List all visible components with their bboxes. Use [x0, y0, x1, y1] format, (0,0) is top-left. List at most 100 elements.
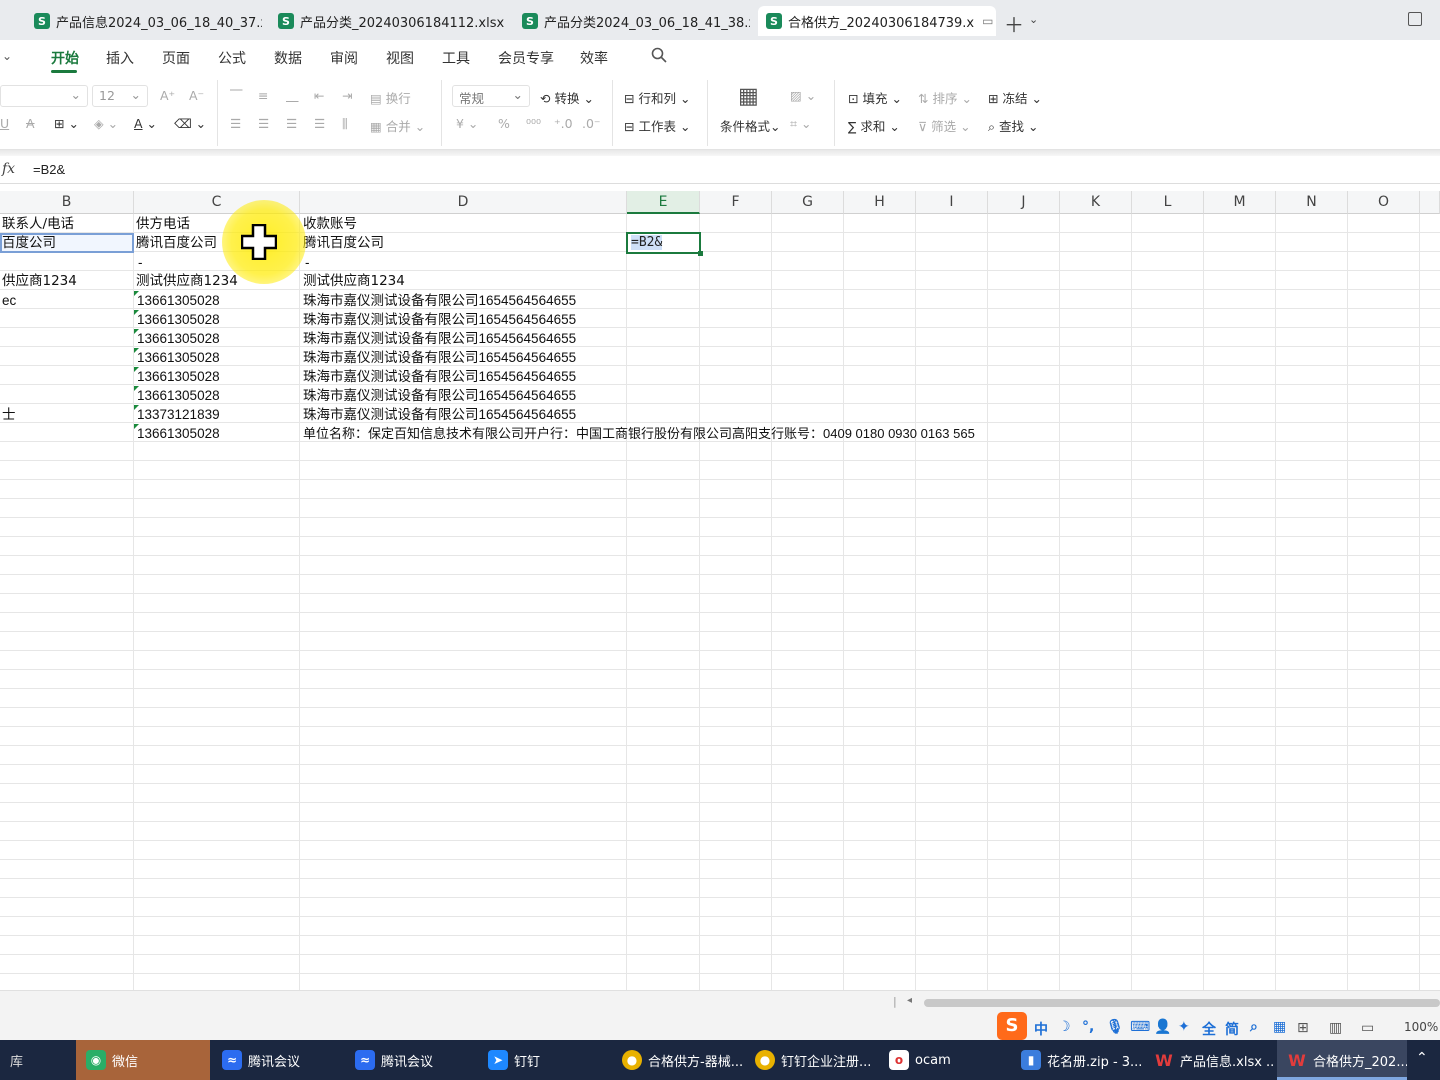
sum-button[interactable]: ∑ 求和 ⌄ — [848, 116, 900, 135]
scroll-left-icon[interactable]: ◂ — [907, 995, 912, 1006]
menu-page[interactable]: 页面 — [162, 48, 190, 68]
column-header-m[interactable]: M — [1204, 191, 1276, 214]
merge-cells-button[interactable]: ▦ 合并 ⌄ — [370, 116, 425, 135]
taskbar-dingtalk[interactable]: ➤ 钉钉 — [478, 1040, 608, 1080]
taskbar-wps-product-info[interactable]: W 产品信息.xlsx ... — [1144, 1040, 1274, 1080]
ime-menu-icon[interactable]: ▦ — [1273, 1019, 1286, 1035]
normal-view-icon[interactable]: ⊞ — [1297, 1020, 1309, 1036]
table-style-icon[interactable]: ⌗ ⌄ — [790, 116, 812, 132]
cell-d12[interactable]: 单位名称：保定百知信息技术有限公司开户行：中国工商银行股份有限公司高阳支行账号：… — [303, 424, 975, 443]
user-icon[interactable]: 👤 — [1154, 1019, 1171, 1035]
align-top-icon[interactable]: ⎺ — [230, 88, 243, 104]
tray-expand-icon[interactable]: ⌃ — [1416, 1050, 1428, 1066]
cell-d4[interactable]: 测试供应商1234 — [303, 272, 405, 291]
search-icon[interactable] — [651, 47, 667, 63]
distributed-icon[interactable]: ⫼ — [342, 116, 348, 132]
cell-c3[interactable]: - — [138, 253, 143, 272]
tab-product-category-1[interactable]: S 产品分类_20240306184112.xlsx — [270, 6, 506, 36]
zoom-level[interactable]: 100% — [1404, 1020, 1438, 1034]
taskbar-chrome-1[interactable]: ● 合格供方-器械... — [612, 1040, 742, 1080]
cell-b11[interactable]: 士 — [2, 405, 16, 424]
new-tab-plus-icon[interactable]: ＋ — [1004, 9, 1024, 38]
column-header-k[interactable]: K — [1060, 191, 1132, 214]
menu-data[interactable]: 数据 — [274, 48, 302, 68]
cell-d7[interactable]: 珠海市嘉仪测试设备有限公司1654564564655 — [303, 329, 576, 348]
cell-c6[interactable]: 13661305028 — [137, 310, 220, 329]
column-header-j[interactable]: J — [988, 191, 1060, 214]
font-name-select[interactable]: ⌄ — [0, 85, 88, 107]
cell-d1[interactable]: 收款账号 — [303, 215, 357, 234]
column-header-d[interactable]: D — [300, 191, 627, 214]
strikethrough-icon[interactable]: A — [26, 116, 35, 131]
cell-c10[interactable]: 13661305028 — [137, 386, 220, 405]
align-middle-icon[interactable]: ≡ — [258, 88, 268, 103]
column-header-i[interactable]: I — [916, 191, 988, 214]
ime-search-icon[interactable]: ⌕ — [1250, 1019, 1258, 1035]
formula-input[interactable]: =B2& — [33, 162, 65, 177]
taskbar-wechat[interactable]: ◉ 微信 — [76, 1040, 210, 1080]
indent-decrease-icon[interactable]: ⇤ — [314, 88, 324, 103]
cell-c2[interactable]: 腾讯百度公司 — [136, 234, 217, 253]
font-size-select[interactable]: 12 ⌄ — [92, 85, 148, 107]
cell-c7[interactable]: 13661305028 — [137, 329, 220, 348]
taskbar-zip[interactable]: ▮ 花名册.zip - 3... — [1011, 1040, 1141, 1080]
cell-c12[interactable]: 13661305028 — [137, 424, 220, 443]
ime-simplified[interactable]: 简 — [1225, 1019, 1239, 1039]
menu-efficiency[interactable]: 效率 — [580, 48, 608, 68]
page-layout-view-icon[interactable]: ▥ — [1329, 1020, 1342, 1036]
column-header-h[interactable]: H — [844, 191, 916, 214]
align-bottom-icon[interactable]: ⎽ — [286, 88, 299, 104]
font-decrease-icon[interactable]: A⁻ — [189, 88, 204, 103]
cell-b1[interactable]: 联系人/电话 — [2, 215, 74, 234]
cell-b4[interactable]: 供应商1234 — [2, 272, 77, 291]
row-col-button[interactable]: ⊟ 行和列 ⌄ — [624, 88, 690, 107]
worksheet-button[interactable]: ⊟ 工作表 ⌄ — [624, 116, 690, 135]
column-header-o[interactable]: O — [1348, 191, 1420, 214]
fill-handle[interactable] — [698, 251, 703, 256]
freeze-button[interactable]: ⊞ 冻结 ⌄ — [988, 88, 1042, 107]
column-header-l[interactable]: L — [1132, 191, 1204, 214]
fill-button[interactable]: ⊡ 填充 ⌄ — [848, 88, 902, 107]
taskbar-wps-qualified-supplier[interactable]: W 合格供方_202... — [1277, 1040, 1407, 1080]
menu-member[interactable]: 会员专享 — [498, 48, 554, 68]
menu-insert[interactable]: 插入 — [106, 48, 134, 68]
cell-c8[interactable]: 13661305028 — [137, 348, 220, 367]
tab-product-info[interactable]: S 产品信息2024_03_06_18_40_37.xlsx — [26, 6, 262, 36]
sogou-ime-icon[interactable]: S — [997, 1012, 1027, 1040]
column-header-b[interactable]: B — [0, 191, 134, 214]
justify-icon[interactable]: ☰ — [314, 116, 325, 131]
align-left-icon[interactable]: ☰ — [230, 116, 241, 131]
decimal-decrease-icon[interactable]: .0⁻ — [582, 116, 601, 131]
cell-d2[interactable]: 腾讯百度公司 — [303, 234, 384, 253]
cell-d11[interactable]: 珠海市嘉仪测试设备有限公司1654564564655 — [303, 405, 576, 424]
cell-d8[interactable]: 珠海市嘉仪测试设备有限公司1654564564655 — [303, 348, 576, 367]
menu-formula[interactable]: 公式 — [218, 48, 246, 68]
eraser-icon[interactable]: ⌫ ⌄ — [174, 116, 206, 131]
cell-c11[interactable]: 13373121839 — [137, 405, 220, 424]
keyboard-icon[interactable]: ⌨ — [1130, 1019, 1150, 1035]
find-button[interactable]: ⌕ 查找 ⌄ — [988, 116, 1038, 135]
conditional-format-icon[interactable]: ▦ — [738, 84, 759, 109]
thousands-icon[interactable]: ⁰⁰⁰ — [526, 116, 541, 131]
currency-icon[interactable]: ¥ ⌄ — [456, 116, 478, 131]
menu-view[interactable]: 视图 — [386, 48, 414, 68]
cell-c4[interactable]: 测试供应商1234 — [136, 272, 238, 291]
column-header-f[interactable]: F — [700, 191, 772, 214]
cell-b5[interactable]: ec — [2, 291, 16, 310]
cell-b2[interactable]: 百度公司 — [2, 234, 56, 253]
cell-d5[interactable]: 珠海市嘉仪测试设备有限公司1654564564655 — [303, 291, 576, 310]
cell-c1[interactable]: 供方电话 — [136, 215, 190, 234]
convert-button[interactable]: ⟲ 转换 ⌄ — [540, 88, 594, 107]
menu-review[interactable]: 审阅 — [330, 48, 358, 68]
cell-c5[interactable]: 13661305028 — [137, 291, 220, 310]
cell-d10[interactable]: 珠海市嘉仪测试设备有限公司1654564564655 — [303, 386, 576, 405]
column-header-g[interactable]: G — [772, 191, 844, 214]
cell-d6[interactable]: 珠海市嘉仪测试设备有限公司1654564564655 — [303, 310, 576, 329]
font-color-icon[interactable]: A ⌄ — [134, 116, 157, 131]
scroll-divider-icon[interactable]: | — [893, 995, 897, 1008]
chevron-down-icon[interactable]: ⌄ — [1029, 13, 1038, 26]
skin-icon[interactable]: ✦ — [1178, 1019, 1190, 1035]
moon-icon[interactable]: ☽ — [1058, 1019, 1071, 1035]
column-header-n[interactable]: N — [1276, 191, 1348, 214]
taskbar-ocam[interactable]: o ocam — [879, 1040, 1009, 1080]
